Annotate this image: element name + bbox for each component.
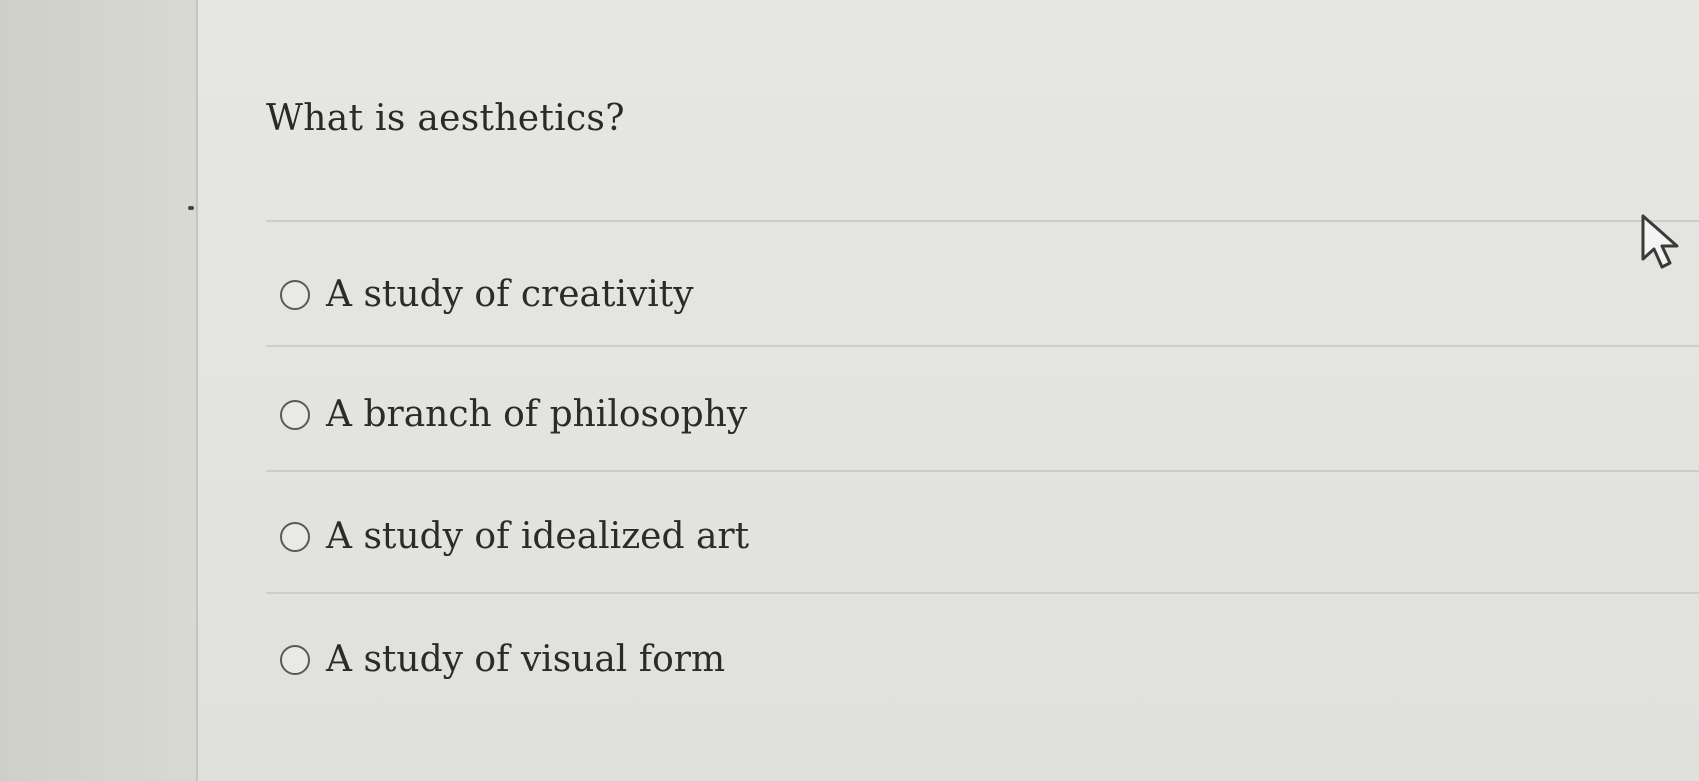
divider <box>266 220 1699 222</box>
divider <box>266 345 1699 347</box>
radio-unchecked-icon[interactable] <box>280 279 310 310</box>
divider <box>266 470 1699 472</box>
option-label: A study of visual form <box>326 639 726 680</box>
mouse-pointer-icon <box>1641 214 1679 269</box>
left-margin <box>0 0 198 781</box>
radio-unchecked-icon[interactable] <box>280 399 310 430</box>
question-text: What is aesthetics? <box>266 98 625 139</box>
option-label: A study of creativity <box>326 274 694 315</box>
screen: What is aesthetics? A study of creativit… <box>0 0 1699 781</box>
divider <box>266 592 1699 594</box>
option-idealized-art[interactable]: A study of idealized art <box>280 516 749 557</box>
radio-unchecked-icon[interactable] <box>280 644 310 675</box>
option-label: A branch of philosophy <box>326 394 748 435</box>
option-creativity[interactable]: A study of creativity <box>280 274 694 315</box>
option-philosophy[interactable]: A branch of philosophy <box>280 394 747 435</box>
option-label: A study of idealized art <box>326 516 750 557</box>
option-visual-form[interactable]: A study of visual form <box>280 639 725 680</box>
screen-speck <box>188 206 194 210</box>
radio-unchecked-icon[interactable] <box>280 521 310 552</box>
